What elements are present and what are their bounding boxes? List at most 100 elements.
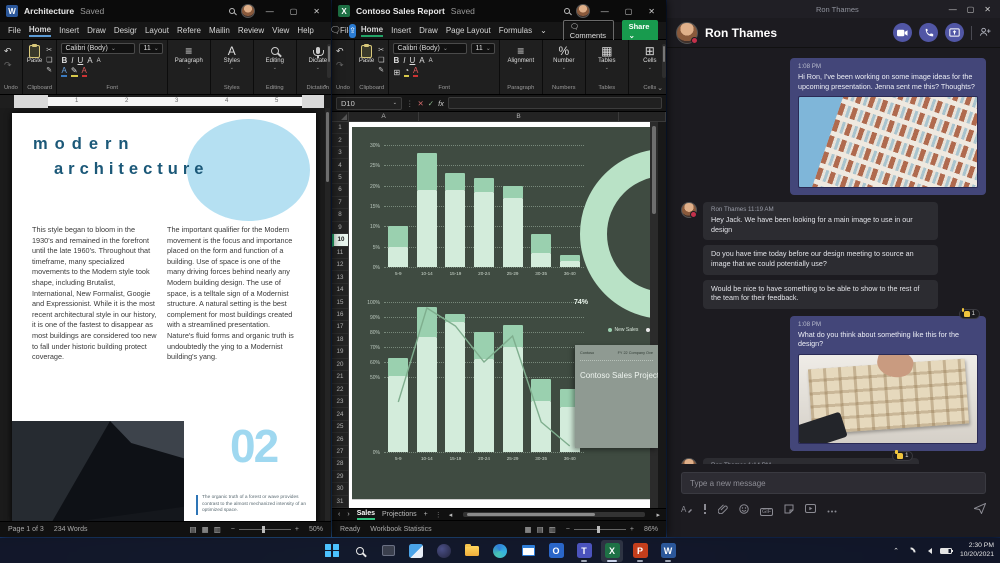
ribbon-scrollbar[interactable] [662, 44, 666, 78]
styles-button[interactable]: AStyles⌄ [215, 43, 249, 71]
row-header-13[interactable]: 13 [332, 271, 348, 283]
page-break-icon[interactable]: ▥ [549, 525, 556, 534]
undo-redo[interactable]: ↶↷ [336, 43, 344, 71]
shrink-font-button[interactable]: A [429, 58, 433, 64]
minimize-button[interactable]: — [944, 5, 962, 14]
row-header-2[interactable]: 2 [332, 134, 348, 146]
grow-font-button[interactable]: A [87, 56, 92, 65]
row-header-30[interactable]: 30 [332, 483, 348, 495]
row-header-7[interactable]: 7 [332, 197, 348, 209]
stream-icon[interactable] [805, 504, 816, 515]
share-button[interactable]: Share ⌄ [622, 20, 658, 42]
maximize-button[interactable]: ▢ [620, 7, 638, 16]
font-color2-button[interactable]: A [61, 67, 66, 77]
tray-chevron-icon[interactable]: ⌃ [893, 547, 899, 555]
importance-icon[interactable] [703, 504, 707, 516]
menu-item-formulas[interactable]: Formulas [499, 26, 532, 35]
emoji-icon[interactable] [739, 504, 749, 516]
sheet-prev-icon[interactable]: ‹ [338, 511, 340, 518]
sent-message[interactable]: 1:08 PM 1What do you think about somethi… [790, 316, 986, 451]
menu-item-review[interactable]: Review [238, 26, 264, 35]
contact-avatar[interactable] [681, 202, 697, 218]
menu-item-desigr[interactable]: Desigr [114, 26, 137, 35]
italic-button[interactable]: I [71, 56, 73, 65]
menu-item-file[interactable]: File [8, 26, 21, 35]
row-header-26[interactable]: 26 [332, 433, 348, 445]
paragraph-button[interactable]: ≡Paragraph⌄ [172, 43, 206, 71]
row-header-10[interactable]: 10 [332, 234, 348, 246]
editing-button[interactable]: Editing⌄ [258, 43, 292, 71]
select-all-corner[interactable] [332, 112, 349, 121]
cancel-icon[interactable]: ✕ [418, 99, 424, 108]
print-layout-icon[interactable]: ▦ [202, 525, 209, 534]
video-call-button[interactable] [893, 23, 912, 42]
underline-button[interactable]: U [78, 56, 84, 65]
excel-horizontal-scrollbar[interactable] [463, 512, 645, 517]
tables-button[interactable]: ▦Tables⌄ [590, 43, 624, 71]
redo-icon[interactable]: ↷ [4, 60, 12, 71]
row-header-4[interactable]: 4 [332, 159, 348, 171]
building-image[interactable] [798, 96, 978, 188]
taskbar-powerpoint[interactable]: P [629, 540, 651, 562]
font-color-button[interactable]: A [413, 67, 418, 77]
row-header-6[interactable]: 6 [332, 184, 348, 196]
sheet-tab-sales[interactable]: Sales [357, 510, 375, 520]
sticker-icon[interactable] [784, 504, 794, 516]
message-input[interactable]: Type a new message [681, 472, 986, 494]
account-avatar[interactable] [241, 4, 255, 18]
row-header-17[interactable]: 17 [332, 321, 348, 333]
share-button[interactable]: ⇪ [349, 24, 356, 38]
wifi-icon[interactable] [903, 545, 917, 559]
contact-avatar[interactable] [676, 22, 698, 44]
row-header-22[interactable]: 22 [332, 384, 348, 396]
comments-button[interactable]: 🗨 Comments [563, 20, 614, 42]
row-header-1[interactable]: 1 [332, 122, 348, 134]
send-icon[interactable] [974, 503, 986, 516]
taskbar-teams[interactable]: T [573, 540, 595, 562]
clipboard-small-icons[interactable]: ✂❏✎ [46, 43, 52, 74]
giphy-icon[interactable]: GIF [760, 505, 773, 515]
excel-grid[interactable]: 1234567891011121314151617181920212223242… [332, 122, 658, 508]
received-message[interactable]: Do you have time today before our design… [703, 245, 938, 274]
search-icon[interactable] [564, 8, 570, 14]
paste-button[interactable]: Paste [27, 43, 42, 64]
teams-message-list[interactable]: 1:08 PMHi Ron, I've been working on some… [667, 48, 1000, 464]
row-header-16[interactable]: 16 [332, 309, 348, 321]
row-header-31[interactable]: 31 [332, 496, 348, 508]
row-header-5[interactable]: 5 [332, 172, 348, 184]
undo-redo[interactable]: ↶↷ [4, 43, 12, 71]
menu-item-refere[interactable]: Refere [177, 26, 201, 35]
ribbon-collapse-icon[interactable]: ⌄ [657, 84, 663, 92]
taskbar-edge[interactable] [489, 540, 511, 562]
excel-vertical-scrollbar[interactable] [650, 122, 658, 508]
shrink-font-button[interactable]: A [97, 58, 101, 64]
taskbar-excel[interactable]: X [601, 540, 623, 562]
borders-button[interactable]: ⊞ [393, 68, 400, 77]
minimize-button[interactable]: — [596, 7, 614, 16]
bold-button[interactable]: B [393, 56, 399, 65]
excel-zoom-level[interactable]: 86% [644, 526, 658, 533]
word-document-area[interactable]: modern architecture This style began to … [0, 108, 331, 521]
word-vertical-scrollbar[interactable] [325, 108, 330, 521]
row-header-20[interactable]: 20 [332, 359, 348, 371]
word-page-indicator[interactable]: Page 1 of 3 [8, 526, 44, 533]
row-header-14[interactable]: 14 [332, 284, 348, 296]
hscroll-left-icon[interactable]: ◂ [449, 511, 453, 519]
row-header-15[interactable]: 15 [332, 296, 348, 308]
maximize-button[interactable]: ▢ [962, 5, 980, 14]
clock[interactable]: 2:30 PM 10/20/2021 [960, 542, 994, 559]
alignment-button[interactable]: ≡Alignment⌄ [504, 43, 538, 71]
reaction-badge[interactable]: 1 [959, 309, 980, 319]
clipboard-small-icons[interactable]: ✂❏✎ [378, 43, 384, 74]
menu-item-view[interactable]: View [272, 26, 289, 35]
add-person-icon[interactable] [979, 24, 991, 42]
received-message[interactable]: Would be nice to have something to be ab… [703, 280, 938, 309]
menu-overflow-icon[interactable]: ⌄ [540, 26, 547, 35]
undo-icon[interactable]: ↶ [336, 46, 344, 57]
taskbar-chat[interactable] [433, 540, 455, 562]
read-mode-icon[interactable]: ▤ [190, 525, 197, 534]
sheet-next-icon[interactable]: › [347, 511, 349, 518]
word-page[interactable]: modern architecture This style began to … [12, 113, 316, 521]
row-header-8[interactable]: 8 [332, 209, 348, 221]
row-header-11[interactable]: 11 [332, 247, 348, 259]
